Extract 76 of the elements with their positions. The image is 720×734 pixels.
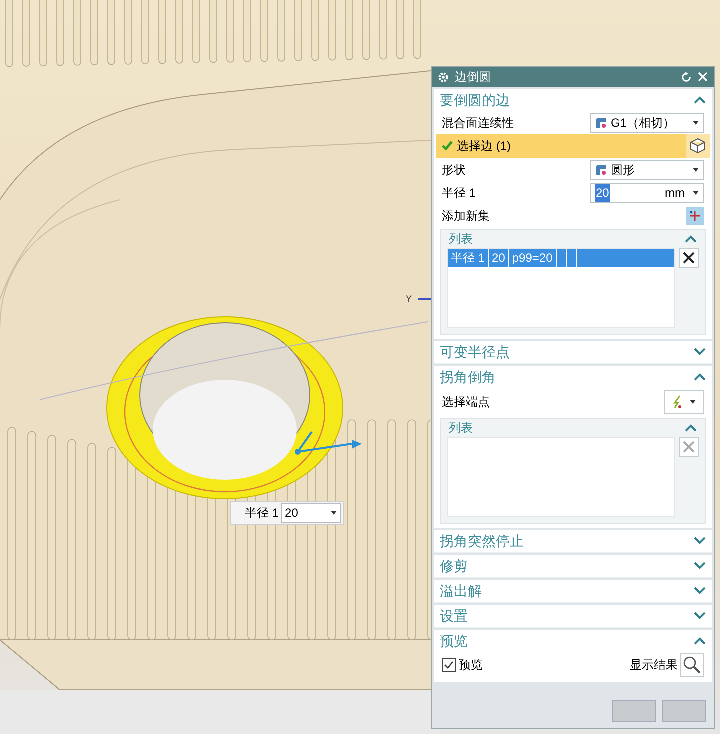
close-icon: [683, 252, 696, 264]
list-row[interactable]: 半径 1 20 p99=20: [448, 249, 674, 267]
field-label: 选择端点: [442, 394, 490, 411]
search-icon: [683, 656, 701, 674]
expand-chevron-icon[interactable]: [694, 562, 706, 570]
cube-icon: [690, 138, 706, 154]
field-label: 半径 1: [245, 505, 280, 522]
section-header[interactable]: 拐角突然停止: [434, 530, 712, 552]
section-title: 修剪: [440, 556, 468, 576]
lightning-icon: [672, 395, 684, 409]
section-header[interactable]: 修剪: [434, 555, 712, 577]
select-button[interactable]: [686, 134, 710, 158]
section-title: 设置: [440, 606, 468, 626]
selection-label: 选择边 (1): [457, 138, 511, 155]
section-title: 可变半径点: [440, 342, 510, 362]
section-header[interactable]: 预览: [434, 630, 712, 652]
collapse-chevron-icon[interactable]: [694, 373, 706, 381]
axis-line: [418, 298, 432, 300]
section-title: 预览: [440, 632, 468, 650]
dropdown[interactable]: 圆形: [590, 160, 704, 180]
close-icon: [683, 441, 696, 453]
add-set-button[interactable]: [686, 206, 704, 224]
list-cell: 半径 1: [448, 249, 490, 267]
dropdown-value: G1（相切）: [611, 114, 676, 132]
dropdown-value: 20: [285, 505, 298, 522]
close-icon[interactable]: [698, 72, 708, 82]
caret-icon: [693, 168, 699, 172]
endpoint-picker-button[interactable]: [664, 390, 704, 414]
section-title: 要倒圆的边: [440, 90, 510, 110]
preview-checkbox[interactable]: [442, 658, 456, 672]
list-title: 列表: [449, 420, 473, 437]
field-label: 形状: [442, 162, 466, 178]
dropdown-value: 圆形: [611, 162, 636, 178]
show-result-button[interactable]: [680, 653, 704, 677]
caret-icon: [693, 120, 699, 124]
checkbox-label: 预览: [459, 657, 483, 674]
selection-bar[interactable]: 选择边 (1): [436, 134, 686, 158]
section-header[interactable]: 可变半径点: [434, 341, 712, 363]
expand-chevron-icon[interactable]: [694, 587, 706, 595]
window-title: 边倒圆: [455, 69, 492, 86]
list-cell: 20: [489, 249, 510, 267]
section-title: 拐角倒角: [440, 368, 496, 386]
list-cell: p99=20: [509, 249, 557, 267]
dropdown[interactable]: 20 mm: [590, 182, 704, 202]
section-header[interactable]: 拐角倒角: [434, 366, 712, 388]
collapse-chevron-icon[interactable]: [685, 424, 697, 432]
caret-icon: [693, 190, 699, 194]
collapse-chevron-icon[interactable]: [685, 235, 697, 243]
radius-dropdown[interactable]: 20: [281, 503, 342, 523]
expand-chevron-icon[interactable]: [694, 612, 706, 620]
surface-icon: [595, 116, 607, 128]
collapse-chevron-icon[interactable]: [694, 96, 706, 104]
field-label: 添加新集: [442, 208, 490, 224]
section-header[interactable]: 设置: [434, 605, 712, 627]
section-header[interactable]: 要倒圆的边: [434, 89, 712, 111]
field-label: 混合面连续性: [442, 114, 514, 132]
section-header[interactable]: 溢出解: [434, 580, 712, 602]
section-title: 拐角突然停止: [440, 532, 524, 550]
caret-icon: [690, 400, 696, 404]
list-title: 列表: [449, 231, 473, 248]
reset-icon[interactable]: [681, 72, 692, 82]
show-result-label: 显示结果: [630, 657, 678, 674]
expand-chevron-icon[interactable]: [694, 348, 706, 356]
section-title: 溢出解: [440, 582, 482, 600]
unit-label: mm: [665, 184, 685, 202]
field-label: 半径 1: [442, 184, 476, 202]
collapse-chevron-icon[interactable]: [694, 637, 706, 645]
dropdown[interactable]: G1（相切）: [590, 112, 704, 132]
surface-icon: [595, 164, 607, 176]
caret-icon: [331, 511, 338, 515]
delete-button[interactable]: [679, 248, 699, 268]
check-icon: [442, 141, 453, 151]
gear-icon: [438, 72, 449, 82]
axis-label: Y: [406, 293, 412, 306]
radius-value: 20: [595, 184, 610, 202]
expand-chevron-icon[interactable]: [694, 537, 706, 545]
